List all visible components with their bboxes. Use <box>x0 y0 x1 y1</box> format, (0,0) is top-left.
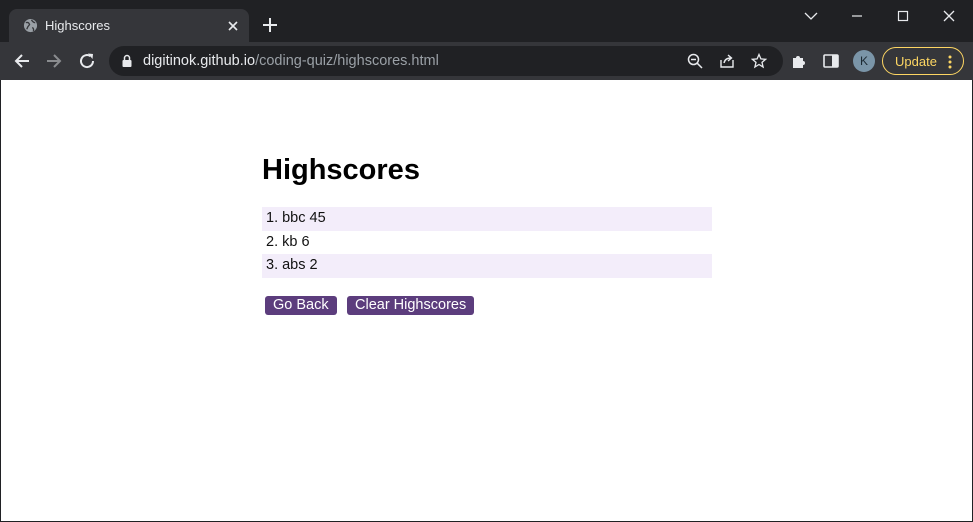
tab-highscores[interactable]: Highscores <box>9 9 249 42</box>
plus-icon[interactable] <box>262 17 278 33</box>
update-button[interactable]: Update <box>882 47 964 75</box>
address-bar[interactable]: digitinok.github.io/coding-quiz/highscor… <box>109 46 783 76</box>
lock-icon[interactable] <box>121 54 133 68</box>
browser-toolbar: digitinok.github.io/coding-quiz/highscor… <box>0 42 973 80</box>
back-arrow-icon[interactable] <box>13 52 31 70</box>
close-icon[interactable] <box>226 19 240 33</box>
zoom-out-icon[interactable] <box>687 53 703 69</box>
side-panel-icon[interactable] <box>822 52 840 70</box>
minimize-icon[interactable] <box>847 6 867 26</box>
list-item: 2. kb 6 <box>266 233 310 250</box>
go-back-button[interactable]: Go Back <box>265 296 337 315</box>
chevron-down-icon[interactable] <box>801 6 821 26</box>
highscore-list: 1. bbc 45 2. kb 6 3. abs 2 <box>262 207 712 278</box>
list-item: 3. abs 2 <box>262 254 712 278</box>
update-label: Update <box>895 54 937 69</box>
globe-icon <box>23 18 38 33</box>
share-icon[interactable] <box>719 53 735 69</box>
maximize-icon[interactable] <box>893 6 913 26</box>
clear-highscores-button[interactable]: Clear Highscores <box>347 296 475 315</box>
forward-arrow-icon[interactable] <box>45 52 63 70</box>
tab-strip: Highscores <box>0 0 973 42</box>
tab-title: Highscores <box>45 18 111 33</box>
url-path: /coding-quiz/highscores.html <box>255 53 439 69</box>
url-text[interactable]: digitinok.github.io/coding-quiz/highscor… <box>143 53 439 69</box>
avatar[interactable]: K <box>853 50 875 72</box>
puzzle-icon[interactable] <box>790 52 808 70</box>
star-icon[interactable] <box>751 53 767 69</box>
page-title: Highscores <box>262 154 420 186</box>
window-close-icon[interactable] <box>939 6 959 26</box>
list-item: 1. bbc 45 <box>262 207 712 231</box>
reload-icon[interactable] <box>78 52 96 70</box>
url-host: digitinok.github.io <box>143 53 256 69</box>
kebab-menu-icon[interactable] <box>947 54 953 70</box>
page-viewport: Highscores 1. bbc 45 2. kb 6 3. abs 2 Go… <box>1 80 972 521</box>
